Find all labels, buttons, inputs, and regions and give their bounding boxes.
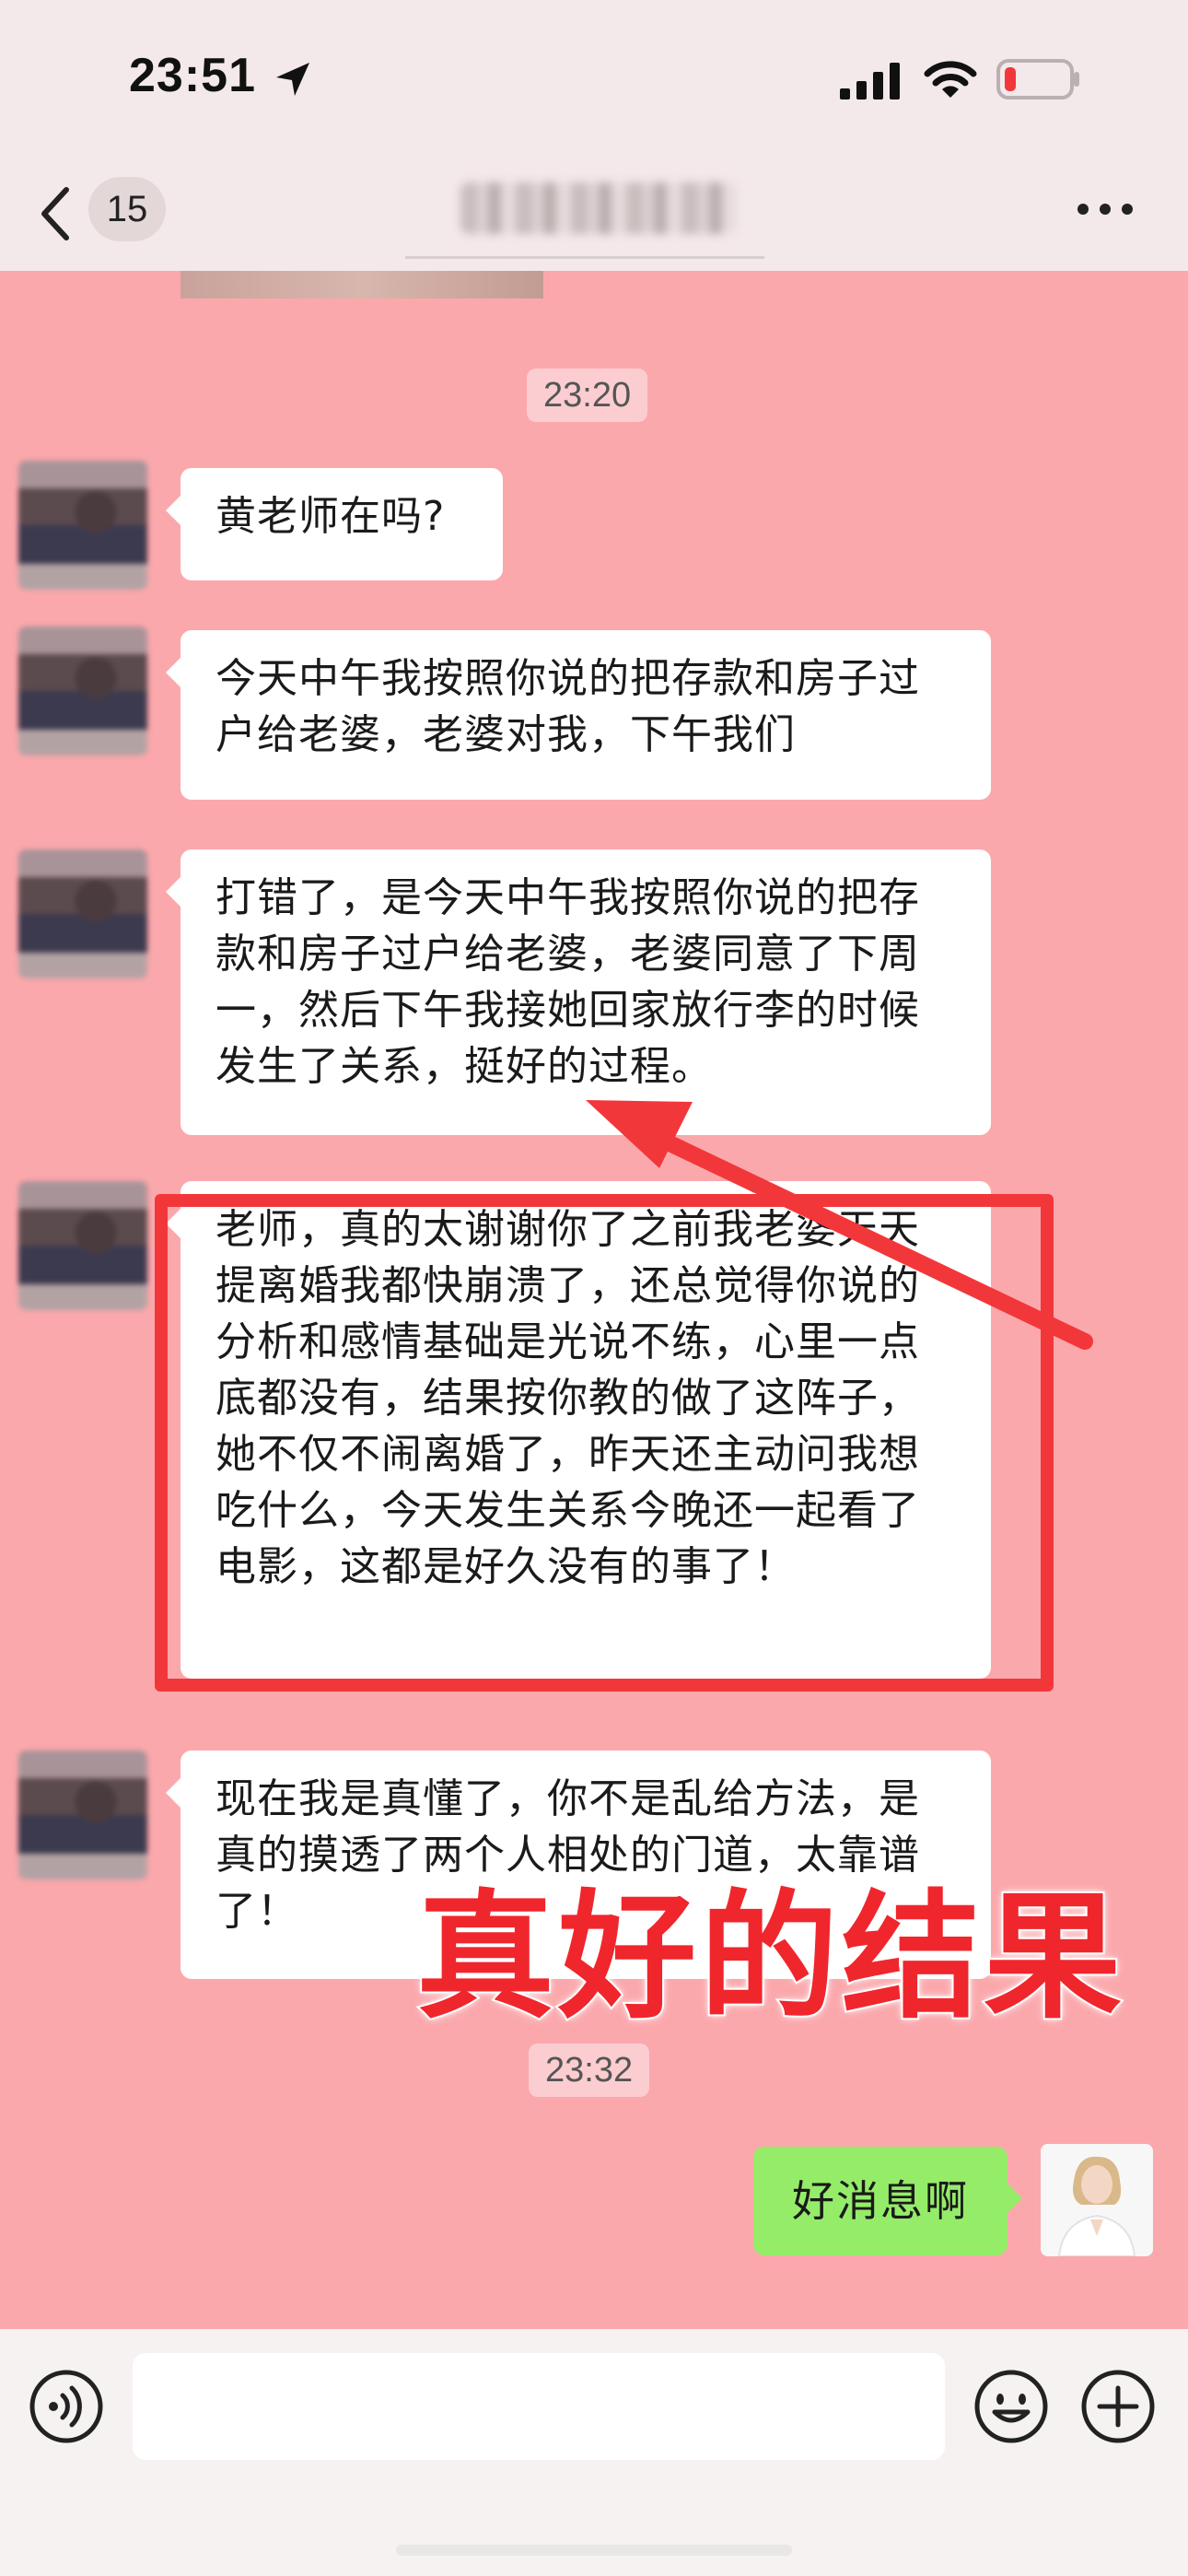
incoming-message[interactable]: 黄老师在吗?	[166, 468, 503, 580]
timestamp: 23:32	[529, 2043, 650, 2097]
timestamp: 23:20	[527, 369, 648, 422]
status-bar: 23:51	[0, 0, 1188, 157]
contact-avatar[interactable]	[18, 626, 147, 755]
unread-count-badge[interactable]: 15	[88, 177, 166, 241]
cellular-signal-icon	[840, 63, 904, 103]
back-button[interactable]	[35, 184, 81, 243]
plus-icon[interactable]	[1079, 2368, 1157, 2449]
incoming-message[interactable]: 今天中午我按照你说的把存款和房子过户给老婆，老婆对我，下午我们	[166, 630, 991, 800]
incoming-message[interactable]: 打错了，是今天中午我按照你说的把存款和房子过户给老婆，老婆同意了下周一，然后下午…	[166, 849, 991, 1135]
my-avatar[interactable]	[1041, 2144, 1153, 2256]
contact-avatar[interactable]	[18, 1181, 147, 1310]
contact-avatar[interactable]	[18, 849, 147, 978]
highlight-box	[155, 1194, 1054, 1692]
wifi-icon	[923, 59, 978, 103]
home-indicator[interactable]	[396, 2545, 792, 2556]
overlay-caption: 真好的结果	[414, 1878, 1126, 2038]
chat-title	[460, 182, 737, 234]
location-arrow-icon	[273, 59, 313, 103]
emoji-icon[interactable]	[973, 2368, 1050, 2449]
contact-avatar[interactable]	[18, 461, 147, 590]
previous-image-message[interactable]	[181, 271, 543, 299]
more-dots-icon[interactable]	[1076, 195, 1135, 227]
battery-low-icon	[996, 59, 1081, 103]
message-input[interactable]	[133, 2353, 945, 2460]
header-divider	[405, 256, 764, 259]
status-time: 23:51	[129, 49, 256, 102]
voice-icon[interactable]	[28, 2368, 105, 2449]
contact-avatar[interactable]	[18, 1751, 147, 1879]
outgoing-message[interactable]: 好消息啊	[753, 2147, 1022, 2255]
